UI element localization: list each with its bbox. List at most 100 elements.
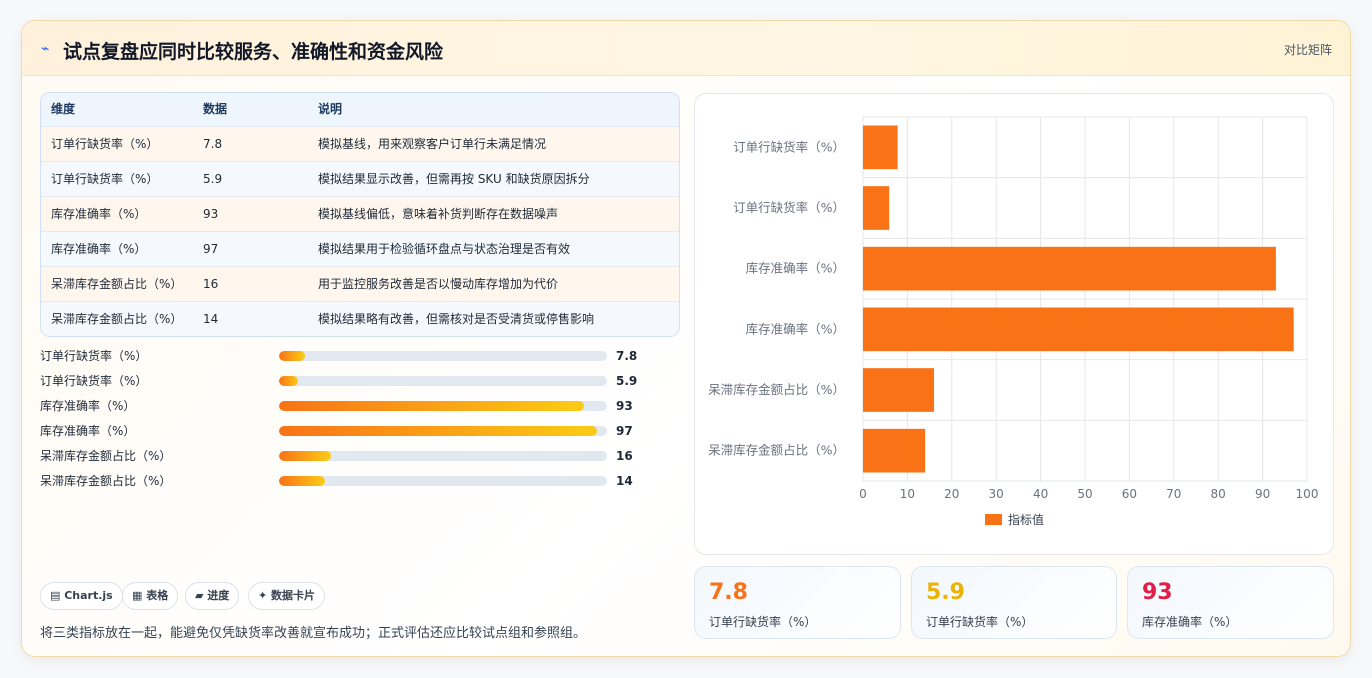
x-tick-label: 70 (1166, 487, 1181, 501)
note-cell: 用于监控服务改善是否以慢动库存增加为代价 (318, 277, 559, 291)
chip-chartjs[interactable]: ▤ Chart.js (40, 582, 123, 610)
note-cell: 模拟结果略有改善，但需核对是否受清货或停售影响 (318, 312, 595, 326)
progress-label: 呆滞库存金额占比（%） (40, 449, 172, 463)
progress-value: 16 (616, 449, 633, 463)
table-row: 订单行缺货率（%） 5.9 模拟结果显示改善，但需再按 SKU 和缺货原因拆分 (41, 161, 679, 196)
x-tick-label: 0 (859, 487, 867, 501)
bar (863, 125, 898, 170)
x-tick-label: 10 (900, 487, 915, 501)
value-cell: 16 (203, 277, 219, 291)
progress-track (279, 451, 607, 461)
dimension-cell: 库存准确率（%） (51, 242, 147, 256)
progress-value: 93 (616, 399, 633, 413)
x-tick-label: 50 (1077, 487, 1092, 501)
table-row: 呆滞库存金额占比（%） 16 用于监控服务改善是否以慢动库存增加为代价 (41, 266, 679, 301)
y-category-label: 订单行缺货率（%） (733, 139, 845, 154)
metric-card: 93 库存准确率（%） (1127, 566, 1334, 639)
progress-track (279, 376, 607, 386)
bar (863, 307, 1294, 352)
dimension-cell: 呆滞库存金额占比（%） (51, 277, 183, 291)
progress-track (279, 426, 607, 436)
footnote-text: 将三类指标放在一起，能避免仅凭缺货率改善就宣布成功；正式评估还应比较试点组和参照… (40, 626, 587, 641)
metric-label: 订单行缺货率（%） (926, 615, 1034, 629)
progress-label: 库存准确率（%） (40, 399, 136, 413)
table-row: 订单行缺货率（%） 7.8 模拟基线，用来观察客户订单行未满足情况 (41, 126, 679, 161)
progress-fill (279, 426, 598, 436)
value-cell: 5.9 (203, 172, 223, 186)
progress-fill (279, 351, 305, 361)
value-cell: 14 (203, 312, 219, 326)
metric-label: 库存准确率（%） (1142, 615, 1238, 629)
table-row: 库存准确率（%） 97 模拟结果用于检验循环盘点与状态治理是否有效 (41, 231, 679, 266)
y-category-label: 呆滞库存金额占比（%） (708, 382, 845, 397)
dimension-cell: 订单行缺货率（%） (51, 172, 159, 186)
progress-fill (279, 376, 299, 386)
progress-row: 库存准确率（%） 97 (40, 422, 640, 440)
note-cell: 模拟基线偏低，意味着补货判断存在数据噪声 (318, 207, 559, 221)
metric-card: 7.8 订单行缺货率（%） (694, 566, 901, 639)
metric-value: 7.8 (709, 580, 748, 605)
chip-data-card[interactable]: ✦ 数据卡片 (248, 582, 326, 610)
column-header: 维度 (51, 102, 76, 116)
x-tick-label: 100 (1296, 487, 1319, 501)
x-tick-label: 40 (1033, 487, 1048, 501)
metric-label: 订单行缺货率（%） (709, 615, 817, 629)
table-row: 呆滞库存金额占比（%） 14 模拟结果略有改善，但需核对是否受清货或停售影响 (41, 301, 679, 336)
x-tick-label: 30 (989, 487, 1004, 501)
dashboard-card: ⌁ 试点复盘应同时比较服务、准确性和资金风险 对比矩阵 维度 数据 说明 订单行… (21, 20, 1351, 657)
bar (863, 246, 1276, 291)
y-category-label: 库存准确率（%） (746, 261, 845, 276)
progress-track (279, 401, 607, 411)
progress-label: 订单行缺货率（%） (40, 349, 148, 363)
progress-track (279, 351, 607, 361)
column-header: 数据 (203, 102, 228, 116)
progress-fill (279, 451, 332, 461)
x-tick-label: 60 (1122, 487, 1137, 501)
column-header: 说明 (318, 102, 343, 116)
table-header-row: 维度 数据 说明 (41, 93, 679, 126)
progress-track (279, 476, 607, 486)
progress-value: 7.8 (616, 349, 638, 363)
progress-label: 呆滞库存金额占比（%） (40, 474, 172, 488)
bar (863, 186, 890, 230)
chart-panel: 0 10 20 30 40 50 60 70 80 90 100 订单行缺货率（%） 订单行缺货率（%）… (694, 93, 1334, 555)
x-tick-label: 20 (944, 487, 959, 501)
progress-fill (279, 476, 325, 486)
card-header: ⌁ 试点复盘应同时比较服务、准确性和资金风险 对比矩阵 (22, 21, 1350, 76)
note-cell: 模拟基线，用来观察客户订单行未满足情况 (318, 137, 547, 151)
metric-value: 5.9 (926, 580, 965, 605)
progress-label: 库存准确率（%） (40, 424, 136, 438)
y-category-label: 订单行缺货率（%） (733, 200, 845, 215)
note-cell: 模拟结果用于检验循环盘点与状态治理是否有效 (318, 242, 571, 256)
metric-value: 93 (1142, 580, 1173, 605)
chip-table[interactable]: ▦ 表格 (122, 582, 179, 610)
chip-progress[interactable]: ▰ 进度 (185, 582, 240, 610)
bar-chart: 0 10 20 30 40 50 60 70 80 90 100 订单行缺货率（%） 订单行缺货率（%）… (708, 116, 1319, 527)
legend-label: 指标值 (1008, 512, 1044, 527)
progress-value: 5.9 (616, 374, 638, 388)
value-cell: 7.8 (203, 137, 223, 151)
value-cell: 97 (203, 242, 219, 256)
dimension-cell: 库存准确率（%） (51, 207, 147, 221)
progress-value: 14 (616, 474, 633, 488)
y-category-label: 库存准确率（%） (746, 321, 845, 336)
metric-card: 5.9 订单行缺货率（%） (911, 566, 1117, 639)
progress-fill (279, 401, 585, 411)
dimension-cell: 订单行缺货率（%） (51, 137, 159, 151)
pulse-icon: ⌁ (41, 41, 50, 57)
progress-row: 呆滞库存金额占比（%） 14 (40, 472, 640, 490)
progress-row: 库存准确率（%） 93 (40, 397, 640, 415)
progress-value: 97 (616, 424, 633, 438)
dimension-cell: 呆滞库存金额占比（%） (51, 312, 183, 326)
progress-row: 订单行缺货率（%） 5.9 (40, 372, 640, 390)
progress-row: 订单行缺货率（%） 7.8 (40, 347, 640, 365)
progress-label: 订单行缺货率（%） (40, 374, 148, 388)
x-tick-label: 80 (1211, 487, 1226, 501)
table-row: 库存准确率（%） 93 模拟基线偏低，意味着补货判断存在数据噪声 (41, 196, 679, 231)
page-title: 试点复盘应同时比较服务、准确性和资金风险 (63, 41, 444, 63)
view-tag[interactable]: 对比矩阵 (1284, 41, 1332, 58)
y-category-label: 呆滞库存金额占比（%） (708, 443, 845, 458)
note-cell: 模拟结果显示改善，但需再按 SKU 和缺货原因拆分 (318, 172, 590, 186)
comparison-table: 维度 数据 说明 订单行缺货率（%） 7.8 模拟基线，用来观察客户订单行未满足… (40, 92, 680, 337)
bar (863, 368, 935, 412)
